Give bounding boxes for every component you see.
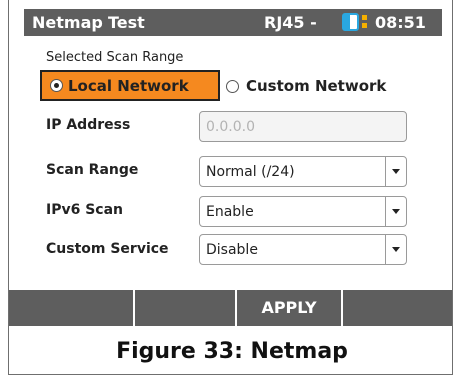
- radio-local-label: Local Network: [68, 77, 189, 95]
- softkey-bar: APPLY: [9, 290, 452, 326]
- scan-range-value: Normal (/24): [206, 164, 295, 180]
- battery-icon: [342, 13, 359, 31]
- chevron-down-icon[interactable]: [385, 235, 406, 264]
- radio-local-network[interactable]: Local Network: [40, 70, 220, 101]
- port-label: RJ45 -: [264, 13, 317, 32]
- clock: 08:51: [375, 13, 426, 32]
- title-bar: Netmap Test RJ45 - 08:51: [24, 9, 442, 36]
- softkey-2[interactable]: [135, 290, 237, 326]
- figure-caption: Figure 33: Netmap: [116, 339, 348, 364]
- radio-custom-network[interactable]: Custom Network: [224, 72, 404, 100]
- softkey-4[interactable]: [343, 290, 452, 326]
- scan-range-heading: Selected Scan Range: [46, 50, 184, 65]
- ip-address-input[interactable]: 0.0.0.0: [199, 111, 407, 142]
- radio-custom-label: Custom Network: [246, 77, 387, 95]
- chevron-down-icon[interactable]: [385, 197, 406, 226]
- app-title: Netmap: [32, 13, 103, 32]
- apply-button[interactable]: APPLY: [237, 290, 343, 326]
- ip-address-label: IP Address: [46, 117, 131, 133]
- ipv6-scan-select[interactable]: Enable: [199, 196, 407, 227]
- softkey-1[interactable]: [9, 290, 135, 326]
- ipv6-scan-value: Enable: [206, 204, 254, 220]
- custom-service-value: Disable: [206, 242, 258, 258]
- custom-service-select[interactable]: Disable: [199, 234, 407, 265]
- scan-range-select[interactable]: Normal (/24): [199, 156, 407, 187]
- scan-range-label: Scan Range: [46, 162, 139, 178]
- app-subtitle: Test: [108, 13, 145, 32]
- ipv6-scan-label: IPv6 Scan: [46, 202, 124, 218]
- status-dots-icon: [362, 15, 367, 31]
- radio-selected-icon: [50, 79, 63, 92]
- custom-service-label: Custom Service: [46, 241, 169, 257]
- radio-unselected-icon: [226, 80, 239, 93]
- chevron-down-icon[interactable]: [385, 157, 406, 186]
